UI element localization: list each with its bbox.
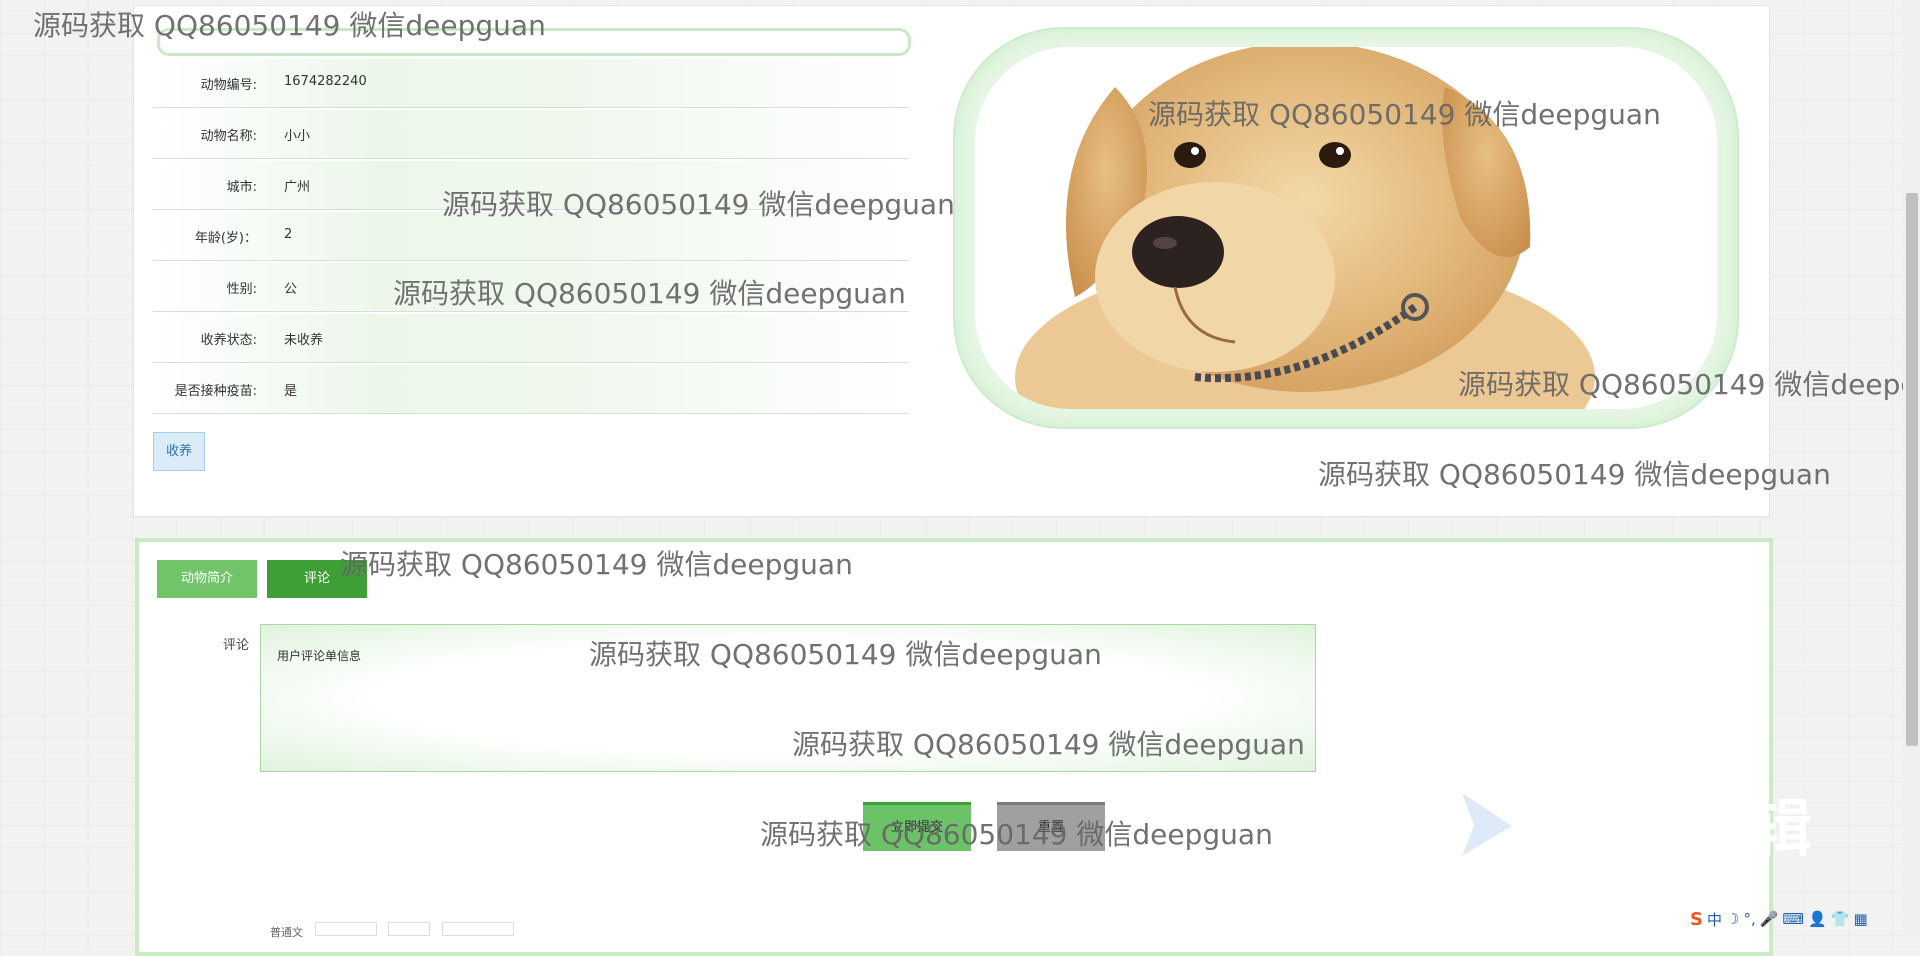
field-value: 公 (284, 282, 298, 297)
watermark: 源码获取 QQ86050149 微信deepguan (1458, 368, 1920, 401)
field-row-vaccinated: 是否接种疫苗: 是 (153, 365, 909, 414)
comment-text: 用户评论单信息 (277, 649, 362, 663)
user-icon[interactable]: 👤 (1808, 910, 1827, 928)
field-label: 城市: (226, 180, 257, 195)
field-row-status: 收养状态: 未收养 (153, 314, 909, 363)
field-value: 1674282240 (284, 74, 367, 89)
watermark: 源码获取 QQ86050149 微信deepguan (1318, 458, 1831, 491)
watermark: 源码获取 QQ86050149 微信deepguan (589, 638, 1102, 671)
scrollbar[interactable] (1903, 0, 1920, 936)
watermark: 源码获取 QQ86050149 微信deepguan (393, 277, 906, 310)
toolbar-label: 普通文 (270, 926, 303, 939)
field-label: 动物名称: (200, 129, 257, 144)
ime-toolbar[interactable]: S 中 ☽ °, 🎤 ⌨ 👤 👕 ▦ (1690, 905, 1868, 933)
toolbar-button[interactable] (441, 922, 514, 936)
field-value: 未收养 (284, 333, 324, 348)
field-row-id: 动物编号: 1674282240 (153, 59, 909, 108)
grid-icon[interactable]: ▦ (1853, 910, 1867, 928)
comment-label: 评论 (222, 638, 249, 653)
field-label: 是否接种疫苗: (174, 384, 257, 399)
microphone-icon[interactable]: 🎤 (1760, 910, 1779, 928)
field-value: 广州 (284, 180, 311, 195)
field-label: 年龄(岁)： (194, 231, 257, 246)
field-value: 2 (284, 227, 293, 242)
video-logo-icon (1462, 793, 1512, 856)
overlay-corner-text: 辑 (1750, 792, 1813, 865)
field-label: 性别: (226, 282, 257, 297)
field-label: 动物编号: (200, 78, 257, 93)
watermark: 源码获取 QQ86050149 微信deepguan (792, 728, 1305, 761)
keyboard-icon[interactable]: ⌨ (1782, 910, 1804, 928)
field-value: 小小 (284, 129, 311, 144)
field-label: 收养状态: (200, 333, 257, 348)
scrollbar-thumb[interactable] (1906, 193, 1918, 746)
moon-icon[interactable]: ☽ (1726, 910, 1739, 928)
watermark: 源码获取 QQ86050149 微信deepguan (33, 9, 546, 42)
field-row-name: 动物名称: 小小 (153, 110, 909, 159)
watermark: 源码获取 QQ86050149 微信deepguan (1148, 98, 1661, 131)
skin-icon[interactable]: 👕 (1831, 910, 1850, 928)
chinese-mode-icon[interactable]: 中 (1707, 909, 1722, 930)
field-value: 是 (284, 384, 298, 399)
tab-intro[interactable]: 动物简介 (157, 560, 257, 598)
toolbar-button[interactable] (314, 922, 377, 936)
sogou-icon[interactable]: S (1690, 909, 1703, 930)
adopt-button[interactable]: 收养 (153, 432, 205, 471)
watermark: 源码获取 QQ86050149 微信deepguan (340, 548, 853, 581)
watermark: 源码获取 QQ86050149 微信deepguan (442, 188, 955, 221)
watermark: 源码获取 QQ86050149 微信deepguan (760, 818, 1273, 851)
punctuation-icon[interactable]: °, (1743, 910, 1755, 928)
toolbar-button[interactable] (388, 922, 430, 936)
editor-toolbar: 普通文 (270, 922, 522, 939)
